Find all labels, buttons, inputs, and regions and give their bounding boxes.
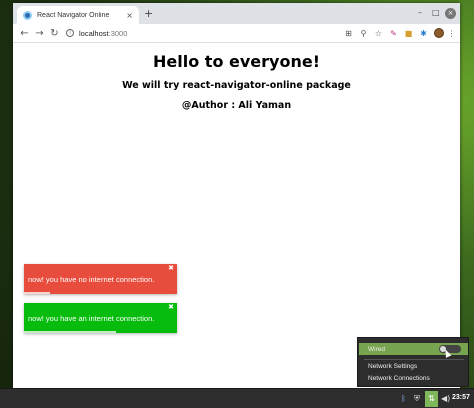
- bluetooth-icon[interactable]: ᛒ: [401, 394, 406, 403]
- address-bar[interactable]: i localhost:3000: [66, 26, 341, 40]
- info-icon[interactable]: i: [66, 29, 74, 37]
- translate-icon[interactable]: ⊞: [341, 29, 356, 38]
- tab-react-navigator[interactable]: React Navigator Online ×: [17, 6, 139, 24]
- url-port: :3000: [108, 28, 128, 38]
- toast-online-message: now! you have an internet connection.: [28, 313, 155, 323]
- close-window-button[interactable]: ×: [445, 8, 456, 19]
- page-title: Hello to everyone!: [153, 52, 320, 71]
- puzzle-icon[interactable]: ✱: [416, 29, 431, 38]
- browser-toolbar: ← → ↻ i localhost:3000 ⊞ ⚲ ☆ ✎ ■ ✱ ⋮: [13, 24, 460, 43]
- url-host: localhost: [79, 28, 109, 38]
- shield-icon[interactable]: ⛨: [414, 394, 420, 404]
- network-popup: Wired Network Settings Network Connectio…: [357, 337, 469, 387]
- clock[interactable]: 23:57: [452, 394, 470, 401]
- back-icon[interactable]: ←: [17, 28, 32, 39]
- menu-icon[interactable]: ⋮: [444, 29, 459, 38]
- network-settings-link[interactable]: Network Settings: [368, 363, 417, 370]
- minimize-button[interactable]: –: [418, 8, 422, 18]
- toast-offline[interactable]: now! you have no internet connection. ✖: [24, 264, 177, 294]
- wired-connection-item[interactable]: Wired: [359, 343, 468, 355]
- network-icon[interactable]: ⇅: [425, 391, 438, 407]
- toast-close-icon[interactable]: ✖: [168, 264, 174, 272]
- zoom-icon[interactable]: ⚲: [356, 29, 371, 38]
- star-icon[interactable]: ☆: [371, 29, 386, 38]
- extension-icon[interactable]: ■: [401, 29, 416, 38]
- toast-progress-bar: [24, 331, 116, 333]
- tab-bar: React Navigator Online × + – □ ×: [13, 3, 460, 24]
- taskbar: ᛒ ⛨ ⇅ ◀) 23:57: [0, 388, 474, 408]
- volume-icon[interactable]: ◀): [441, 394, 450, 403]
- avatar[interactable]: [434, 28, 444, 38]
- page-author: @Author : Ali Yaman: [181, 100, 292, 111]
- toast-offline-message: now! you have no internet connection.: [28, 274, 155, 284]
- maximize-button[interactable]: □: [432, 8, 440, 18]
- toast-online[interactable]: now! you have an internet connection. ✖: [24, 303, 177, 333]
- toast-close-icon[interactable]: ✖: [168, 303, 174, 311]
- divider: [364, 359, 464, 360]
- browser-window: React Navigator Online × + – □ × ← → ↻ i…: [13, 3, 460, 388]
- page-subtitle: We will try react-navigator-online packa…: [122, 80, 351, 91]
- tab-title: React Navigator Online: [37, 11, 110, 19]
- tab-close-icon[interactable]: ×: [126, 11, 133, 20]
- toast-progress-bar: [24, 292, 50, 294]
- reload-icon[interactable]: ↻: [47, 28, 62, 39]
- network-connections-link[interactable]: Network Connections: [368, 375, 430, 382]
- wired-label: Wired: [368, 345, 385, 353]
- pen-icon[interactable]: ✎: [386, 29, 401, 38]
- new-tab-button[interactable]: +: [144, 7, 153, 20]
- forward-icon[interactable]: →: [32, 28, 47, 39]
- react-favicon-icon: [23, 10, 32, 20]
